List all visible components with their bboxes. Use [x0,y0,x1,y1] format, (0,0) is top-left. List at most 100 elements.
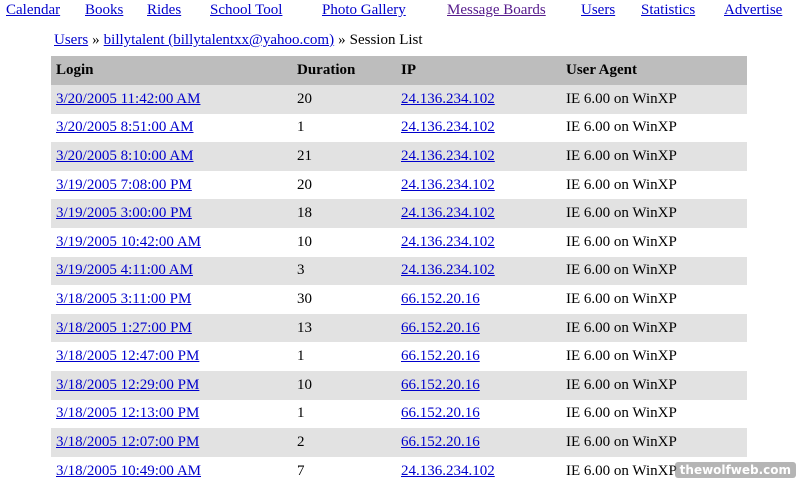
session-ip-link[interactable]: 24.136.234.102 [401,205,495,221]
nav-link-message-boards[interactable]: Message Boards [447,2,546,19]
session-login-link[interactable]: 3/18/2005 12:47:00 PM [56,348,199,364]
session-login-link[interactable]: 3/18/2005 10:49:00 AM [56,463,201,479]
session-ip-link[interactable]: 66.152.20.16 [401,405,480,421]
session-duration: 2 [297,433,305,450]
session-login-link[interactable]: 3/19/2005 4:11:00 AM [56,262,193,278]
session-ip-link[interactable]: 24.136.234.102 [401,119,495,135]
table-cell-login: 3/18/2005 3:11:00 PM [51,285,292,314]
session-login-link[interactable]: 3/20/2005 8:51:00 AM [56,119,194,135]
session-login-link[interactable]: 3/18/2005 3:11:00 PM [56,291,191,307]
session-user-agent: IE 6.00 on WinXP [566,462,677,479]
session-ip-link[interactable]: 66.152.20.16 [401,377,480,393]
session-duration: 7 [297,462,305,479]
breadcrumb-separator: » [338,32,346,48]
table-cell-agent: IE 6.00 on WinXP [561,142,747,171]
table-cell-ip: 24.136.234.102 [396,456,561,485]
table-row: 3/20/2005 8:51:00 AM 1 24.136.234.102 IE 6.… [51,113,747,143]
table-cell-login: 3/20/2005 8:51:00 AM [51,113,292,143]
breadcrumb: Users» billytalent (billytalentxx@yahoo.c… [54,32,423,49]
nav-link-books[interactable]: Books [85,2,123,19]
session-user-agent: IE 6.00 on WinXP [566,348,677,365]
session-login-link[interactable]: 3/18/2005 1:27:00 PM [56,320,192,336]
table-cell-agent: IE 6.00 on WinXP [561,256,747,286]
table-row: 3/18/2005 12:07:00 PM 2 66.152.20.16 IE 6.0… [51,428,747,457]
session-duration: 21 [297,147,312,164]
session-login-link[interactable]: 3/18/2005 12:13:00 PM [56,405,199,421]
session-user-agent: IE 6.00 on WinXP [566,119,677,136]
table-cell-agent: IE 6.00 on WinXP [561,113,747,143]
table-cell-login: 3/18/2005 1:27:00 PM [51,313,292,343]
nav-link-photo-gallery[interactable]: Photo Gallery [322,2,406,19]
table-cell-login: 3/18/2005 10:49:00 AM [51,456,292,485]
session-user-agent: IE 6.00 on WinXP [566,376,677,393]
table-row: 3/18/2005 3:11:00 PM 30 66.152.20.16 IE 6.0… [51,285,747,314]
table-header-row: Login Duration IP User Agent [51,56,747,85]
table-cell-ip: 24.136.234.102 [396,256,561,286]
session-ip-link[interactable]: 24.136.234.102 [401,148,495,164]
breadcrumb-separator: » [92,32,100,48]
table-cell-duration: 10 [292,227,396,257]
table-cell-duration: 2 [292,428,396,457]
session-ip-link[interactable]: 66.152.20.16 [401,434,480,450]
table-cell-agent: IE 6.00 on WinXP [561,199,747,228]
table-cell-ip: 66.152.20.16 [396,285,561,314]
table-row: 3/18/2005 12:47:00 PM 1 66.152.20.16 IE 6.0… [51,342,747,371]
table-cell-duration: 1 [292,342,396,371]
session-ip-link[interactable]: 24.136.234.102 [401,177,495,193]
table-cell-login: 3/18/2005 12:47:00 PM [51,342,292,371]
table-row: 3/19/2005 4:11:00 AM 3 24.136.234.102 IE 6.… [51,256,747,286]
column-header-login: Login [51,56,292,85]
table-row: 3/18/2005 12:13:00 PM 1 66.152.20.16 IE 6.0… [51,399,747,429]
table-cell-duration: 13 [292,313,396,343]
table-row: 3/18/2005 10:49:00 AM 7 24.136.234.102 IE 6… [51,456,747,485]
table-cell-agent: IE 6.00 on WinXP [561,399,747,429]
session-duration: 1 [297,119,305,136]
session-ip-link[interactable]: 24.136.234.102 [401,262,495,278]
table-row: 3/19/2005 7:08:00 PM 20 24.136.234.102 IE 6… [51,170,747,200]
table-cell-ip: 24.136.234.102 [396,142,561,171]
table-cell-login: 3/20/2005 8:10:00 AM [51,142,292,171]
breadcrumb-users-link[interactable]: Users [54,32,88,48]
table-cell-duration: 3 [292,256,396,286]
session-login-link[interactable]: 3/20/2005 11:42:00 AM [56,91,200,107]
session-duration: 13 [297,319,312,336]
session-ip-link[interactable]: 24.136.234.102 [401,234,495,250]
nav-link-users[interactable]: Users [581,2,615,19]
table-cell-duration: 20 [292,170,396,200]
session-login-link[interactable]: 3/19/2005 7:08:00 PM [56,177,192,193]
session-login-link[interactable]: 3/18/2005 12:07:00 PM [56,434,199,450]
session-user-agent: IE 6.00 on WinXP [566,233,677,250]
session-user-agent: IE 6.00 on WinXP [566,205,677,222]
table-cell-duration: 1 [292,399,396,429]
table-cell-ip: 24.136.234.102 [396,199,561,228]
nav-link-calendar[interactable]: Calendar [6,2,60,19]
table-cell-agent: IE 6.00 on WinXP [561,342,747,371]
site-watermark: thewolfweb.com [674,462,796,478]
nav-link-statistics[interactable]: Statistics [641,2,695,19]
session-login-link[interactable]: 3/19/2005 10:42:00 AM [56,234,201,250]
session-ip-link[interactable]: 66.152.20.16 [401,291,480,307]
column-header-duration: Duration [292,56,396,85]
session-ip-link[interactable]: 24.136.234.102 [401,91,495,107]
nav-link-school-tool[interactable]: School Tool [210,2,282,19]
session-ip-link[interactable]: 24.136.234.102 [401,463,495,479]
nav-link-advertise[interactable]: Advertise [724,2,782,19]
table-cell-login: 3/19/2005 10:42:00 AM [51,227,292,257]
table-row: 3/19/2005 10:42:00 AM 10 24.136.234.102 IE … [51,227,747,257]
session-ip-link[interactable]: 66.152.20.16 [401,348,480,364]
table-cell-duration: 20 [292,85,396,114]
table-cell-ip: 24.136.234.102 [396,85,561,114]
session-login-link[interactable]: 3/20/2005 8:10:00 AM [56,148,194,164]
session-duration: 20 [297,90,312,107]
session-login-link[interactable]: 3/18/2005 12:29:00 PM [56,377,199,393]
table-cell-agent: IE 6.00 on WinXP [561,428,747,457]
breadcrumb-current-page: Session List [349,32,423,48]
session-user-agent: IE 6.00 on WinXP [566,176,677,193]
session-list-table: Login Duration IP User Agent 3/20/2005 1… [51,56,747,485]
session-login-link[interactable]: 3/19/2005 3:00:00 PM [56,205,192,221]
table-cell-duration: 18 [292,199,396,228]
session-user-agent: IE 6.00 on WinXP [566,147,677,164]
session-ip-link[interactable]: 66.152.20.16 [401,320,480,336]
breadcrumb-user-link[interactable]: billytalent (billytalentxx@yahoo.com) [104,32,334,48]
nav-link-rides[interactable]: Rides [147,2,181,19]
